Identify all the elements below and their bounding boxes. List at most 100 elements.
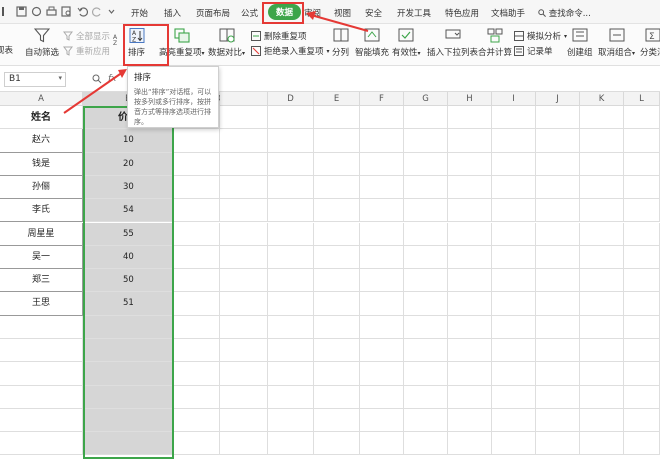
grid-cell[interactable] — [624, 245, 660, 270]
data-compare-button[interactable]: 数据对比▾ — [208, 28, 245, 58]
record-form-button[interactable]: 记录单 — [514, 45, 553, 57]
grid-cell[interactable] — [448, 432, 492, 456]
grid-cell[interactable] — [624, 432, 660, 456]
value-cell[interactable]: 40 — [83, 245, 174, 270]
grid-cell[interactable] — [220, 269, 268, 293]
grid-cell[interactable] — [360, 432, 404, 456]
chevron-down-icon[interactable]: ▾ — [418, 50, 421, 57]
subtotal-button[interactable]: Σ 分类汇 — [640, 28, 660, 58]
grid-cell[interactable] — [360, 362, 404, 386]
grid-cell[interactable] — [580, 408, 624, 433]
grid-cell[interactable] — [492, 432, 536, 456]
cloud-sync-icon[interactable] — [31, 6, 42, 17]
grid-cell[interactable] — [360, 106, 404, 130]
grid-cell[interactable] — [360, 245, 404, 270]
chevron-down-icon[interactable]: ▾ — [202, 50, 205, 57]
grid-cell[interactable] — [448, 362, 492, 386]
grid-cell[interactable] — [0, 315, 83, 339]
grid-cell[interactable] — [220, 385, 268, 409]
grid-cell[interactable] — [268, 339, 314, 363]
grid-cell[interactable] — [268, 385, 314, 409]
grid-cell[interactable] — [448, 152, 492, 176]
grid-cell[interactable] — [268, 269, 314, 293]
grid-cell[interactable] — [404, 339, 448, 363]
command-search[interactable]: 查找命令... — [538, 7, 591, 19]
grid-cell[interactable] — [624, 175, 660, 200]
grid-cell[interactable] — [624, 339, 660, 363]
grid-cell[interactable] — [580, 152, 624, 176]
grid-cell[interactable] — [404, 269, 448, 293]
grid-cell[interactable] — [492, 106, 536, 130]
smart-fill-button[interactable]: 智能填充 — [355, 28, 389, 58]
grid-cell[interactable] — [536, 362, 580, 386]
grid-cell[interactable] — [624, 408, 660, 433]
grid-cell[interactable] — [448, 129, 492, 153]
grid-cell[interactable] — [536, 432, 580, 456]
grid-cell[interactable] — [492, 245, 536, 270]
validity-button[interactable]: 有效性▾ — [392, 28, 421, 58]
grid-cell[interactable] — [624, 222, 660, 246]
grid-cell[interactable] — [360, 339, 404, 363]
grid-cell[interactable] — [492, 175, 536, 200]
grid-cell[interactable] — [360, 152, 404, 176]
grid-cell[interactable] — [448, 339, 492, 363]
grid-cell[interactable] — [580, 199, 624, 223]
grid-cell[interactable] — [536, 408, 580, 433]
grid-cell[interactable] — [448, 385, 492, 409]
value-cell[interactable]: 50 — [83, 269, 174, 293]
name-cell[interactable]: 吴一 — [0, 245, 83, 270]
grid-cell[interactable] — [580, 245, 624, 270]
grid-cell[interactable] — [580, 362, 624, 386]
name-box[interactable]: B1 ▾ — [4, 72, 66, 87]
grid-cell[interactable] — [448, 175, 492, 200]
column-header-i[interactable]: I — [492, 92, 536, 106]
value-cell[interactable]: 55 — [83, 222, 174, 246]
reject-duplicates-button[interactable]: 拒绝录入重复项 ▾ — [251, 45, 330, 57]
grid-cell[interactable] — [220, 175, 268, 200]
column-header-k[interactable]: K — [580, 92, 624, 106]
save-icon[interactable] — [16, 6, 27, 17]
grid-cell[interactable] — [580, 175, 624, 200]
grid-cell[interactable] — [492, 339, 536, 363]
grid-cell[interactable] — [268, 292, 314, 316]
grid-cell[interactable] — [492, 222, 536, 246]
grid-cell[interactable] — [624, 199, 660, 223]
grid-cell[interactable] — [624, 385, 660, 409]
fx-label[interactable]: fx — [108, 74, 117, 84]
grid-cell[interactable] — [314, 129, 360, 153]
grid-cell[interactable] — [220, 199, 268, 223]
grid-cell[interactable] — [268, 175, 314, 200]
print-preview-icon[interactable] — [61, 6, 72, 17]
grid-cell[interactable] — [268, 129, 314, 153]
grid-cell[interactable] — [314, 385, 360, 409]
grid-cell[interactable] — [268, 152, 314, 176]
grid-cell[interactable] — [220, 315, 268, 339]
grid-cell[interactable] — [360, 269, 404, 293]
name-cell[interactable]: 孙俪 — [0, 175, 83, 200]
grid-cell[interactable] — [448, 315, 492, 339]
grid-cell[interactable] — [268, 408, 314, 433]
grid-cell[interactable] — [448, 245, 492, 270]
grid-cell[interactable] — [174, 408, 220, 433]
name-cell[interactable]: 李氏 — [0, 199, 83, 223]
grid-cell[interactable] — [83, 432, 174, 456]
grid-cell[interactable] — [624, 315, 660, 339]
grid-cell[interactable] — [314, 339, 360, 363]
grid-cell[interactable] — [220, 222, 268, 246]
grid-cell[interactable] — [268, 199, 314, 223]
grid-cell[interactable] — [174, 222, 220, 246]
grid-cell[interactable] — [492, 152, 536, 176]
grid-cell[interactable] — [536, 245, 580, 270]
value-cell[interactable]: 20 — [83, 152, 174, 176]
menu-special-apps[interactable]: 特色应用 — [445, 7, 479, 19]
grid-cell[interactable] — [174, 339, 220, 363]
grid-cell[interactable] — [220, 129, 268, 153]
name-cell[interactable]: 郑三 — [0, 269, 83, 293]
grid-cell[interactable] — [220, 245, 268, 270]
grid-cell[interactable] — [360, 222, 404, 246]
grid-cell[interactable] — [83, 315, 174, 339]
grid-cell[interactable] — [220, 432, 268, 456]
grid-cell[interactable] — [536, 222, 580, 246]
menu-view[interactable]: 视图 — [334, 7, 351, 19]
grid-cell[interactable] — [174, 385, 220, 409]
